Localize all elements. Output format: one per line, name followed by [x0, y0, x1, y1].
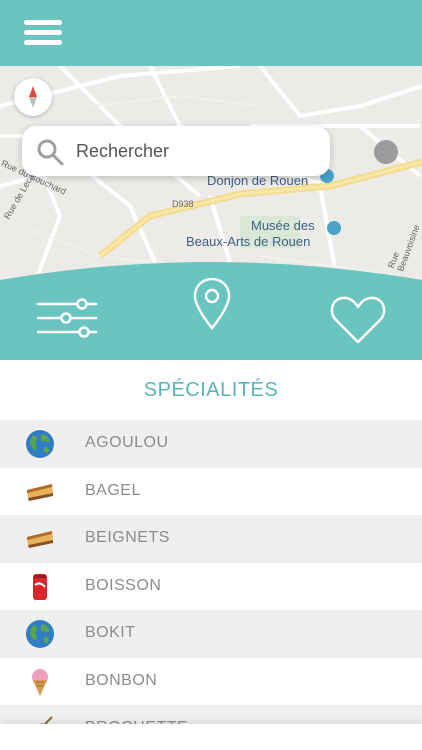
soda-can-icon: [33, 573, 47, 600]
filters-button[interactable]: [36, 298, 98, 338]
map-road-d938: D938: [172, 199, 194, 209]
list-item[interactable]: AGOULOU: [0, 420, 422, 468]
favorites-button[interactable]: [328, 294, 388, 346]
top-bar: [0, 0, 422, 66]
hamburger-menu-icon[interactable]: [24, 20, 62, 48]
bottom-sheet-edge: [0, 724, 422, 750]
compass-icon: [29, 86, 37, 108]
pie-slice-icon: [27, 483, 53, 501]
list-item-label: BONBON: [85, 671, 158, 689]
globe-icon: [26, 430, 54, 458]
sliders-icon: [36, 298, 98, 338]
map-place-musee-2: Beaux-Arts de Rouen: [186, 234, 311, 249]
list-item[interactable]: BOKIT: [0, 610, 422, 658]
list-item-label: AGOULOU: [85, 434, 169, 451]
list-item-label: BAGEL: [85, 481, 141, 499]
specialties-list: AGOULOU BAGEL BEIGNETS BOISSON BOKIT BON…: [0, 420, 422, 750]
heart-icon: [330, 296, 386, 344]
list-item-label: BOISSON: [85, 576, 162, 594]
list-item[interactable]: BAGEL: [0, 468, 422, 516]
map-place-musee-1: Musée des: [251, 218, 315, 233]
location-button[interactable]: [192, 276, 232, 332]
pie-slice-icon: [27, 531, 53, 548]
ice-cream-icon: [32, 668, 48, 696]
list-item[interactable]: BONBON: [0, 658, 422, 706]
section-title: SPÉCIALITÉS: [143, 379, 279, 401]
compass-button[interactable]: [14, 78, 52, 116]
map-pin-icon: [193, 277, 231, 330]
list-item-label: BEIGNETS: [85, 529, 170, 546]
globe-icon: [26, 620, 54, 648]
list-item[interactable]: BOISSON: [0, 563, 422, 611]
list-item-label: BOKIT: [85, 624, 136, 641]
search-bar[interactable]: Rechercher: [22, 126, 330, 176]
search-placeholder: Rechercher: [76, 141, 170, 161]
list-item[interactable]: BEIGNETS: [0, 515, 422, 563]
search-icon: [37, 139, 64, 166]
